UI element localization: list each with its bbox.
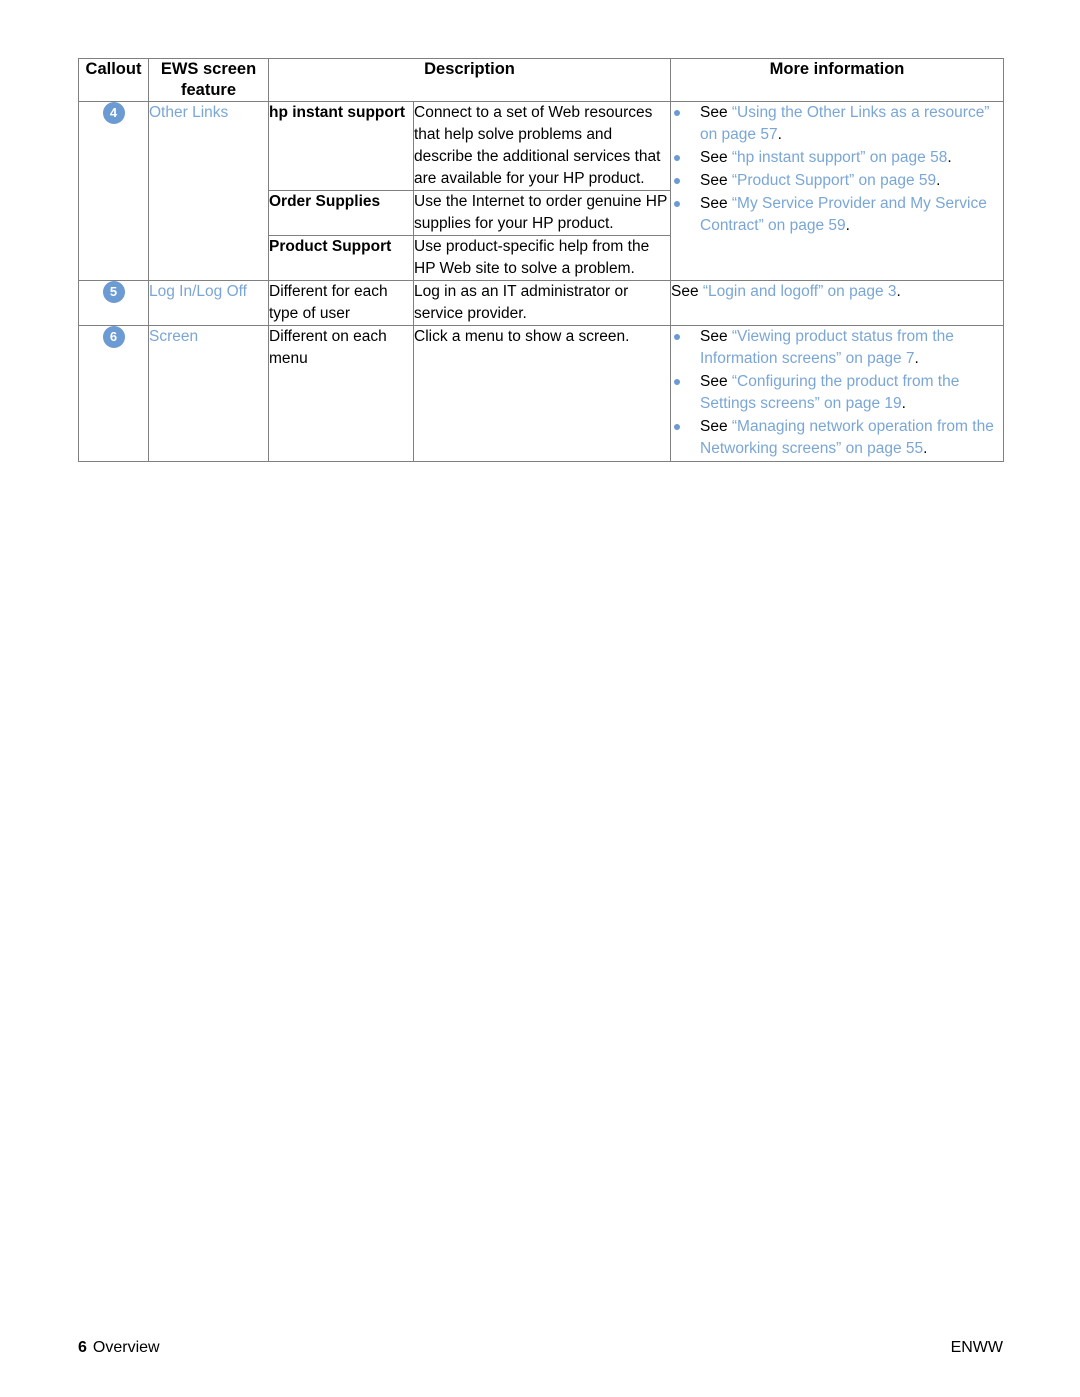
table-header-row: Callout EWS screen feature Description M… [78,58,1004,102]
cross-reference-link[interactable]: “hp instant support” on page 58 [732,149,947,166]
description-text: Click a menu to show a screen. [413,325,671,462]
callout-badge: 5 [102,281,125,303]
sentence-period: . [901,395,906,412]
cross-reference-link[interactable]: “Login and logoff” on page 3 [703,283,897,300]
see-prefix: See [700,195,732,212]
description-term: Different for each type of user [268,280,414,326]
description-text: Use product-specific help from the HP We… [413,235,671,281]
list-item: See “My Service Provider and My Service … [671,193,1003,237]
cross-reference-line: See “Login and logoff” on page 3. [671,281,1003,303]
more-information-list: See “Viewing product status from the Inf… [671,326,1003,460]
column-header-more-information: More information [670,58,1004,102]
cross-reference-link[interactable]: “My Service Provider and My Service Cont… [700,195,987,234]
description-text: Connect to a set of Web resources that h… [413,101,671,191]
more-information-list: See “Using the Other Links as a resource… [671,102,1003,237]
more-information-cell: See “Using the Other Links as a resource… [670,101,1004,281]
description-text: Log in as an IT administrator or service… [413,280,671,326]
callout-badge: 6 [102,326,125,348]
ews-feature-label: Screen [149,328,199,345]
list-item: See “Configuring the product from the Se… [671,371,1003,415]
description-term: hp instant support [268,101,414,191]
cross-reference-link[interactable]: “Product Support” on page 59 [732,172,936,189]
sentence-period: . [896,283,901,300]
description-term: Order Supplies [268,190,414,236]
more-information-cell: See “Viewing product status from the Inf… [670,325,1004,462]
column-header-ews-feature: EWS screen feature [148,58,269,102]
list-item: See “Using the Other Links as a resource… [671,102,1003,146]
table-row: 6 Screen Different on each menu Click a … [78,325,1004,462]
sentence-period: . [845,217,850,234]
list-item: See “Product Support” on page 59. [671,170,1003,192]
ews-screen-feature-table: Callout EWS screen feature Description M… [78,58,1004,462]
sentence-period: . [914,350,919,367]
callout-badge: 4 [102,102,125,124]
document-page: Callout EWS screen feature Description M… [0,0,1080,1397]
description-term: Different on each menu [268,325,414,462]
description-text: Use the Internet to order genuine HP sup… [413,190,671,236]
see-prefix: See [700,149,732,166]
table-row: 5 Log In/Log Off Different for each type… [78,280,1004,326]
see-prefix: See [700,104,732,121]
description-term: Product Support [268,235,414,281]
list-item: See “Managing network operation from the… [671,416,1003,460]
callout-cell: 5 [78,280,149,326]
sentence-period: . [947,149,952,166]
table-row: 4 Other Links hp instant support Connect… [78,101,1004,281]
see-prefix: See [700,172,732,189]
column-header-description: Description [268,58,671,102]
ews-feature-cell: Screen [148,325,269,462]
footer-section-title: Overview [92,1339,160,1356]
footer-page-number: 6 [78,1339,87,1356]
ews-feature-label: Other Links [149,104,229,121]
ews-feature-cell: Log In/Log Off [148,280,269,326]
column-header-callout: Callout [78,58,149,102]
cross-reference-link[interactable]: “Configuring the product from the Settin… [700,373,959,412]
page-footer: 6 Overview ENWW [78,1336,1003,1360]
cross-reference-link[interactable]: “Managing network operation from the Net… [700,418,994,457]
callout-cell: 4 [78,101,149,281]
footer-locale-code: ENWW [950,1339,1003,1356]
cross-reference-link[interactable]: “Using the Other Links as a resource” on… [700,104,989,143]
list-item: See “hp instant support” on page 58. [671,147,1003,169]
see-prefix: See [700,373,732,390]
see-prefix: See [700,418,732,435]
sentence-period: . [936,172,941,189]
callout-cell: 6 [78,325,149,462]
sentence-period: . [923,440,928,457]
footer-left-group: 6 Overview [78,1336,160,1360]
more-information-cell: See “Login and logoff” on page 3. [670,280,1004,326]
list-item: See “Viewing product status from the Inf… [671,326,1003,370]
see-prefix: See [671,283,703,300]
see-prefix: See [700,328,732,345]
sentence-period: . [777,126,782,143]
ews-feature-cell: Other Links [148,101,269,281]
ews-feature-label: Log In/Log Off [149,283,247,300]
